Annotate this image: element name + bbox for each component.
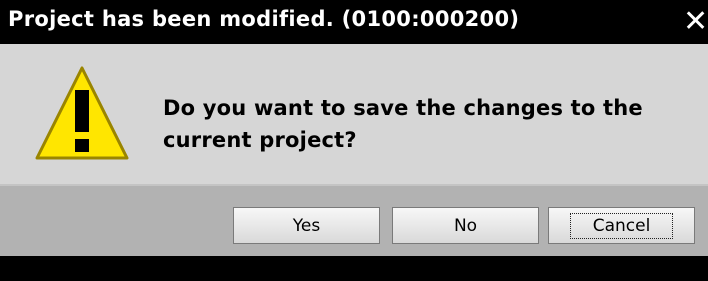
no-button-label: No xyxy=(453,215,478,236)
cancel-button[interactable]: Cancel xyxy=(548,207,695,244)
message-line-2: current project? xyxy=(163,128,357,152)
title-bar[interactable]: Project has been modified. (0100:000200)… xyxy=(0,0,708,44)
save-changes-dialog: Project has been modified. (0100:000200)… xyxy=(0,0,708,281)
close-button[interactable]: ✕ xyxy=(683,4,708,40)
bottom-border xyxy=(0,256,708,281)
no-button[interactable]: No xyxy=(392,207,539,244)
yes-button[interactable]: Yes xyxy=(233,207,380,244)
warning-icon xyxy=(35,66,129,160)
button-bar: Yes No Cancel xyxy=(0,186,708,256)
message-text: Do you want to save the changes to the c… xyxy=(163,92,693,156)
dialog-title: Project has been modified. (0100:000200) xyxy=(8,7,520,31)
message-line-1: Do you want to save the changes to the xyxy=(163,96,643,120)
close-icon: ✕ xyxy=(683,4,708,39)
dialog-body: Do you want to save the changes to the c… xyxy=(0,44,708,184)
yes-button-label: Yes xyxy=(292,215,321,236)
cancel-button-label: Cancel xyxy=(569,212,674,239)
